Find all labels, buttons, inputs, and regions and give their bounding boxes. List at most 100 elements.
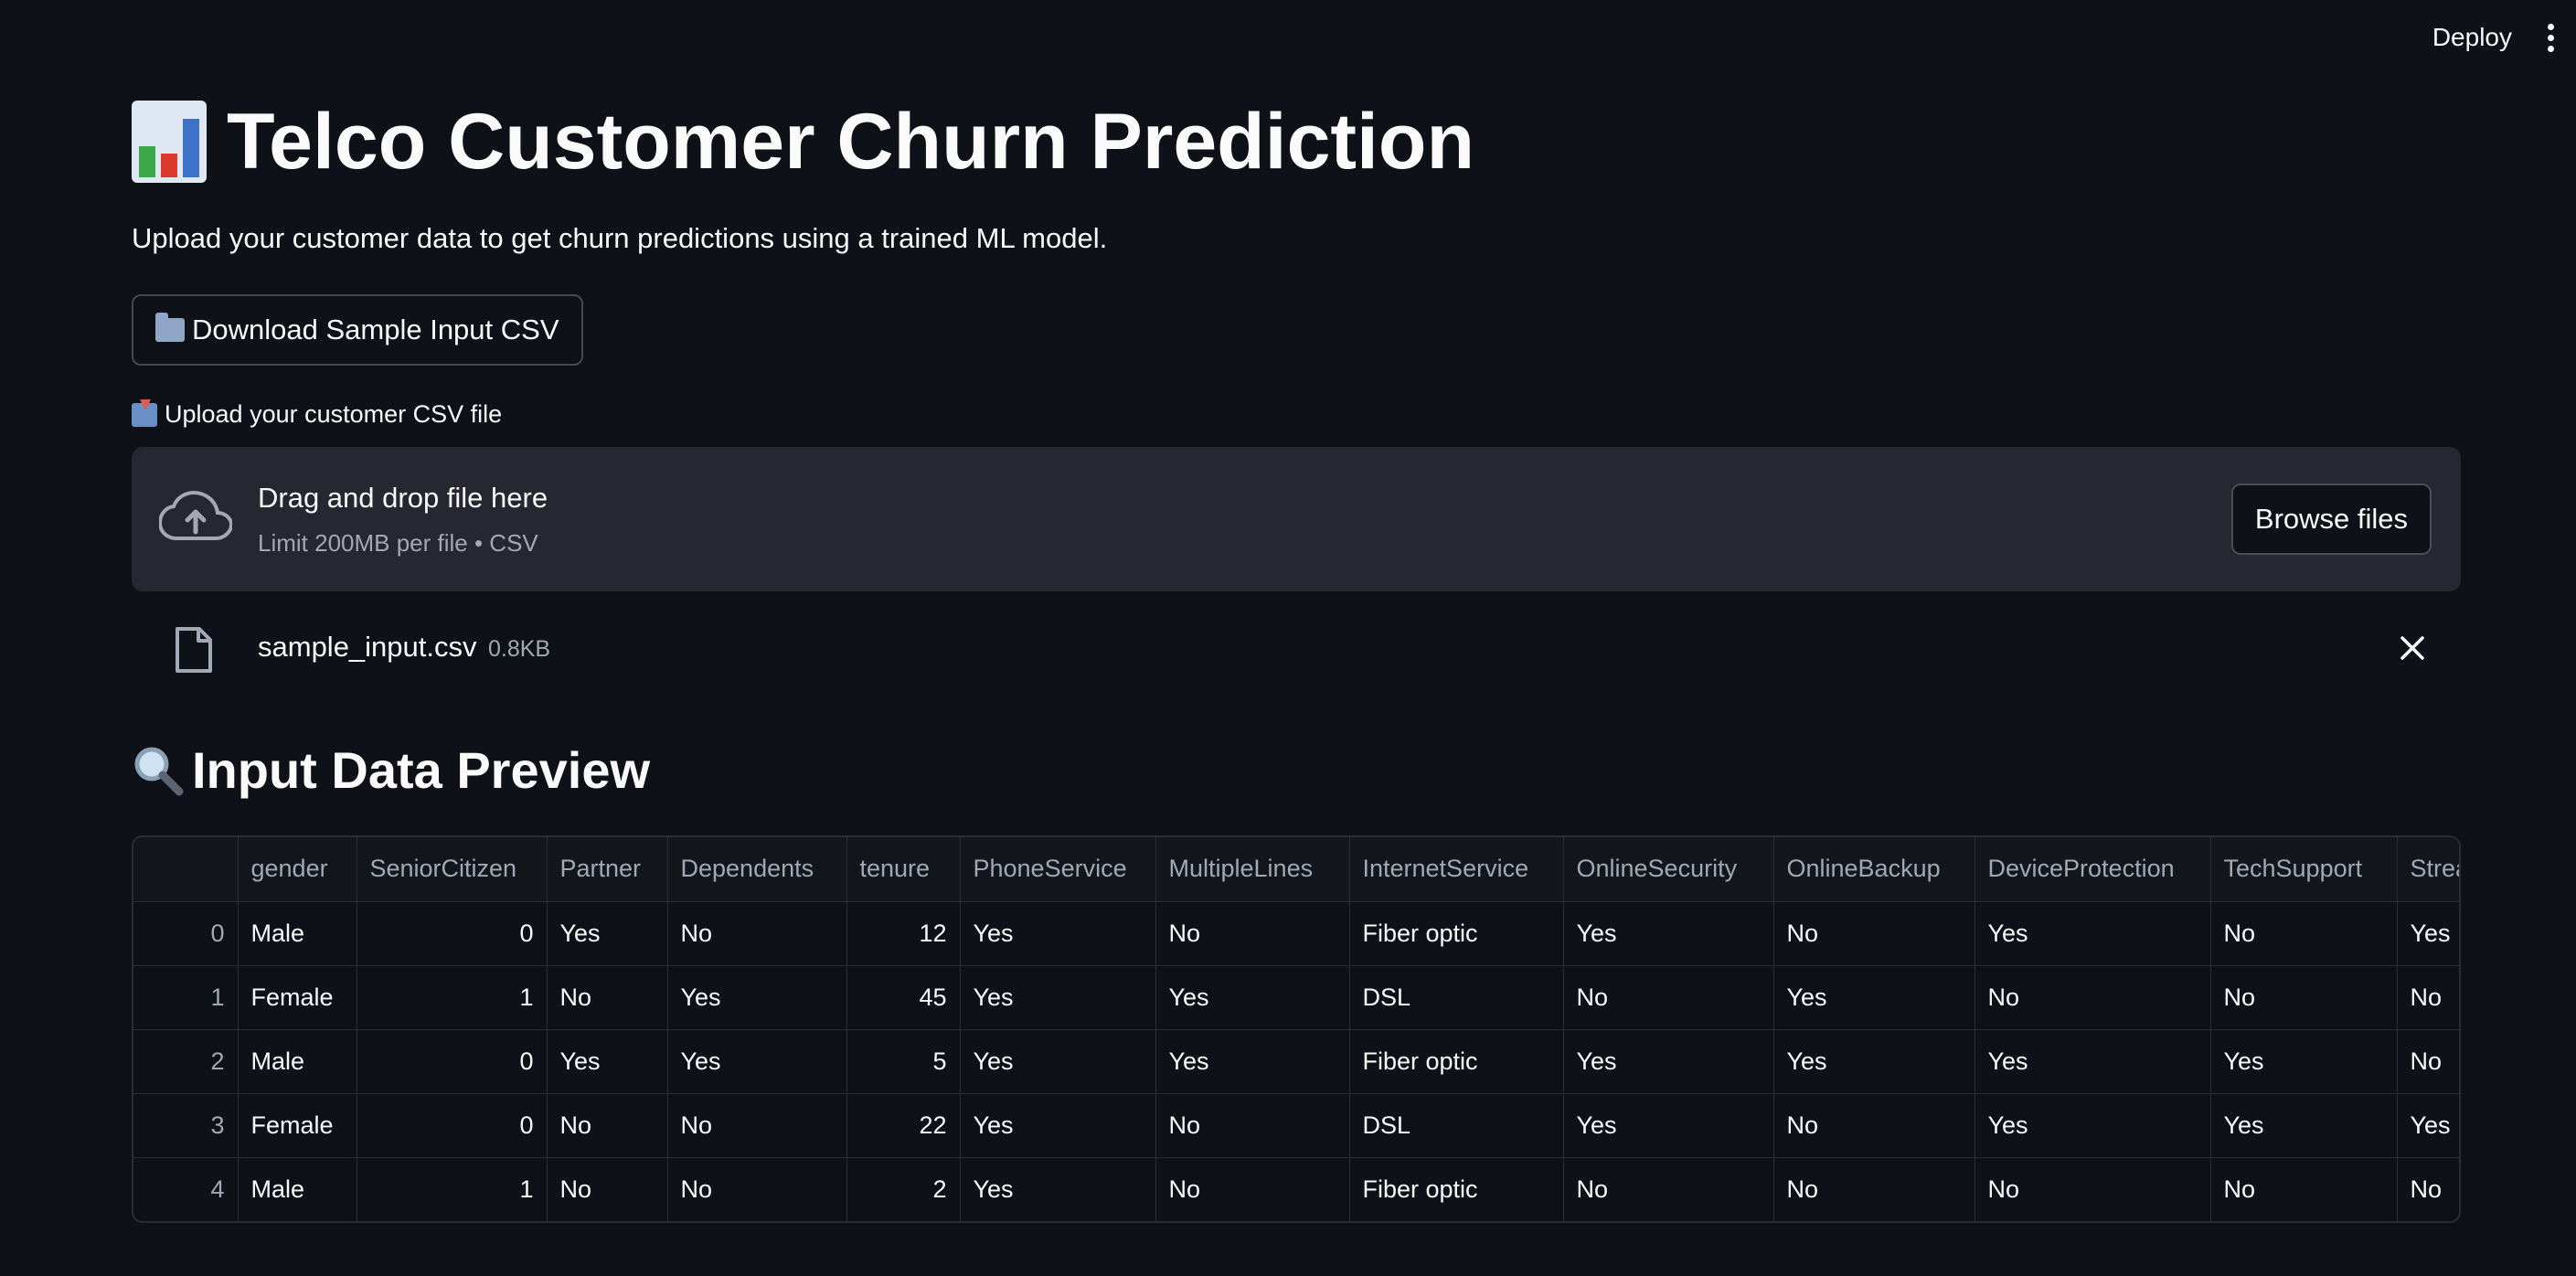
table-cell[interactable]: No xyxy=(2210,965,2398,1030)
table-cell[interactable]: Yes xyxy=(1563,1029,1774,1094)
table-cell[interactable]: Yes xyxy=(960,901,1156,966)
table-cell[interactable]: Fiber optic xyxy=(1349,1157,1564,1221)
row-index-cell[interactable]: 2 xyxy=(133,1029,239,1094)
column-header[interactable]: Dependents xyxy=(667,837,847,902)
table-cell[interactable]: Yes xyxy=(960,965,1156,1030)
table-cell[interactable]: Male xyxy=(238,1029,357,1094)
table-cell[interactable]: No xyxy=(2210,901,2398,966)
page-title: Telco Customer Churn Prediction xyxy=(132,91,1474,192)
column-header[interactable]: Partner xyxy=(547,837,668,902)
table-cell[interactable]: No xyxy=(2397,1157,2459,1221)
column-header[interactable]: TechSupport xyxy=(2210,837,2398,902)
table-cell[interactable]: Yes xyxy=(1975,901,2211,966)
table-cell[interactable]: No xyxy=(667,1093,847,1158)
row-index-cell[interactable]: 0 xyxy=(133,901,239,966)
row-index-cell[interactable]: 3 xyxy=(133,1093,239,1158)
column-header[interactable]: StreamingTV xyxy=(2397,837,2459,902)
table-cell[interactable]: No xyxy=(1155,1157,1350,1221)
table-cell[interactable]: 1 xyxy=(357,965,548,1030)
table-cell[interactable]: No xyxy=(547,965,668,1030)
table-cell[interactable]: Yes xyxy=(2397,901,2459,966)
table-cell[interactable]: Yes xyxy=(960,1157,1156,1221)
table-cell[interactable]: 12 xyxy=(846,901,961,966)
column-header[interactable]: SeniorCitizen xyxy=(357,837,548,902)
table-cell[interactable]: No xyxy=(667,901,847,966)
dropzone-limit: Limit 200MB per file • CSV xyxy=(258,529,538,557)
data-preview-table[interactable]: gender SeniorCitizen Partner Dependents tenu… xyxy=(132,835,2461,1223)
table-cell[interactable]: 0 xyxy=(357,901,548,966)
table-cell[interactable]: Female xyxy=(238,965,357,1030)
table-cell[interactable]: Yes xyxy=(1155,965,1350,1030)
table-cell[interactable]: No xyxy=(547,1157,668,1221)
column-header[interactable]: InternetService xyxy=(1349,837,1564,902)
uploaded-file-name: sample_input.csv xyxy=(258,631,477,663)
table-cell[interactable]: 45 xyxy=(846,965,961,1030)
table-cell[interactable]: Yes xyxy=(667,965,847,1030)
data-table: gender SeniorCitizen Partner Dependents tenu… xyxy=(133,837,2459,1221)
table-cell[interactable]: Fiber optic xyxy=(1349,1029,1564,1094)
table-cell[interactable]: Yes xyxy=(2210,1093,2398,1158)
table-cell[interactable]: No xyxy=(1975,965,2211,1030)
column-header[interactable]: MultipleLines xyxy=(1155,837,1350,902)
table-cell[interactable]: No xyxy=(1155,1093,1350,1158)
table-cell[interactable]: Yes xyxy=(1773,1029,1975,1094)
table-cell[interactable]: Yes xyxy=(2210,1029,2398,1094)
table-cell[interactable]: Yes xyxy=(1975,1029,2211,1094)
page-subtitle: Upload your customer data to get churn p… xyxy=(132,222,1108,254)
table-row: 4Male1NoNo2YesNoFiber opticNoNoNoNoNoNo xyxy=(133,1157,2459,1221)
table-cell[interactable]: No xyxy=(2397,965,2459,1030)
table-cell[interactable]: No xyxy=(1563,1157,1774,1221)
file-dropzone[interactable]: Drag and drop file here Limit 200MB per … xyxy=(132,447,2461,591)
table-cell[interactable]: No xyxy=(1773,1157,1975,1221)
table-cell[interactable]: Male xyxy=(238,901,357,966)
preview-title-text: Input Data Preview xyxy=(192,741,651,799)
browse-files-button[interactable]: Browse files xyxy=(2230,484,2432,555)
row-index-cell[interactable]: 1 xyxy=(133,965,239,1030)
table-cell[interactable]: 5 xyxy=(846,1029,961,1094)
main-menu-icon[interactable] xyxy=(2543,24,2558,57)
table-cell[interactable]: Fiber optic xyxy=(1349,901,1564,966)
table-cell[interactable]: 0 xyxy=(357,1029,548,1094)
table-cell[interactable]: No xyxy=(1773,1093,1975,1158)
table-cell[interactable]: No xyxy=(1773,901,1975,966)
download-sample-button[interactable]: Download Sample Input CSV xyxy=(132,294,583,366)
row-index-cell[interactable]: 4 xyxy=(133,1157,239,1221)
table-cell[interactable]: Yes xyxy=(547,901,668,966)
column-header[interactable]: DeviceProtection xyxy=(1975,837,2211,902)
table-cell[interactable]: Yes xyxy=(1563,901,1774,966)
table-cell[interactable]: 1 xyxy=(357,1157,548,1221)
table-cell[interactable]: No xyxy=(667,1157,847,1221)
column-header[interactable]: tenure xyxy=(846,837,961,902)
table-cell[interactable]: Female xyxy=(238,1093,357,1158)
column-header[interactable]: OnlineBackup xyxy=(1773,837,1975,902)
table-cell[interactable]: Male xyxy=(238,1157,357,1221)
table-cell[interactable]: Yes xyxy=(960,1029,1156,1094)
column-header[interactable]: gender xyxy=(238,837,357,902)
table-cell[interactable]: Yes xyxy=(960,1093,1156,1158)
table-cell[interactable]: No xyxy=(2397,1029,2459,1094)
table-cell[interactable]: No xyxy=(1155,901,1350,966)
table-cell[interactable]: 22 xyxy=(846,1093,961,1158)
table-cell[interactable]: DSL xyxy=(1349,1093,1564,1158)
column-header[interactable]: OnlineSecurity xyxy=(1563,837,1774,902)
table-cell[interactable]: Yes xyxy=(1155,1029,1350,1094)
column-header[interactable]: PhoneService xyxy=(960,837,1156,902)
table-cell[interactable]: Yes xyxy=(1975,1093,2211,1158)
table-cell[interactable]: Yes xyxy=(2397,1093,2459,1158)
table-cell[interactable]: No xyxy=(2210,1157,2398,1221)
table-cell[interactable]: Yes xyxy=(1773,965,1975,1030)
table-cell[interactable]: Yes xyxy=(547,1029,668,1094)
table-row: 0 Male 0 Yes No 12 Yes No Fiber optic Yes No Yes No Y… xyxy=(133,901,2459,966)
table-cell[interactable]: 0 xyxy=(357,1093,548,1158)
table-cell[interactable]: No xyxy=(1975,1157,2211,1221)
table-cell[interactable]: Yes xyxy=(667,1029,847,1094)
table-header-row: gender SeniorCitizen Partner Dependents tenu… xyxy=(133,837,2459,902)
deploy-button[interactable]: Deploy xyxy=(2432,23,2512,52)
table-cell[interactable]: 2 xyxy=(846,1157,961,1221)
table-cell[interactable]: No xyxy=(547,1093,668,1158)
index-column-header[interactable] xyxy=(133,837,239,902)
table-cell[interactable]: Yes xyxy=(1563,1093,1774,1158)
table-cell[interactable]: DSL xyxy=(1349,965,1564,1030)
close-icon[interactable] xyxy=(2399,634,2426,662)
table-cell[interactable]: No xyxy=(1563,965,1774,1030)
